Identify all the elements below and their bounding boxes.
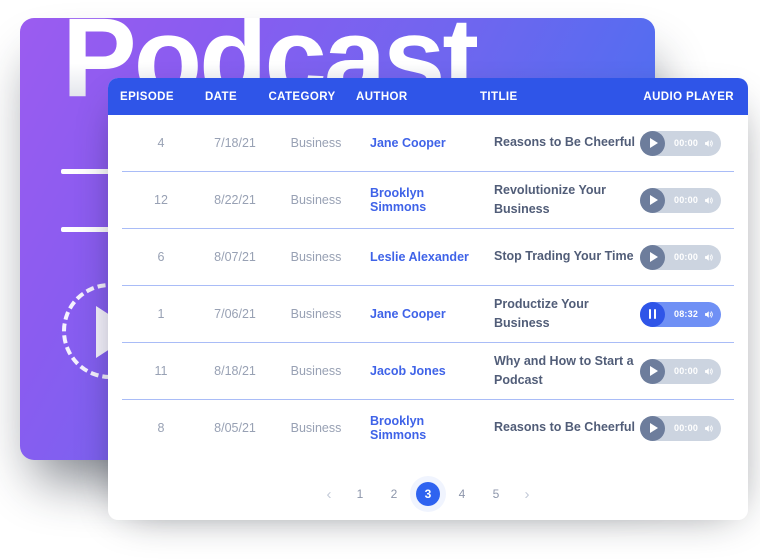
cell-title: Revolutionize Your Business (494, 182, 607, 216)
audio-play-pause-button[interactable] (640, 358, 665, 384)
cell-title: Reasons to Be Cheerful (494, 420, 636, 435)
cell-author-link[interactable]: Brooklyn Simmons (362, 186, 480, 214)
cell-episode: 12 (154, 193, 168, 207)
cell-episode: 1 (157, 307, 165, 321)
cell-author-link[interactable]: Jane Cooper (362, 307, 480, 321)
speaker-icon[interactable] (703, 195, 714, 206)
audio-time-label: 00:00 (674, 366, 699, 376)
audio-play-pause-button[interactable] (640, 130, 665, 156)
column-header-title: TITLIE (480, 90, 518, 103)
cell-category: Business (290, 250, 342, 264)
table-row[interactable]: 6 8/07/21 Business Leslie Alexander Stop Tra… (122, 229, 734, 286)
cell-category: Business (290, 364, 342, 378)
cell-audio-player: 00:00 (640, 415, 735, 441)
pagination-page-4[interactable]: 4 (450, 482, 474, 506)
cell-audio-player: 08:32 (640, 301, 735, 327)
column-header-author: AUTHOR (356, 90, 408, 103)
cell-author-link[interactable]: Leslie Alexander (362, 250, 480, 264)
speaker-icon[interactable] (703, 423, 714, 434)
cell-date: 8/22/21 (214, 193, 256, 207)
pagination-page-1[interactable]: 1 (348, 482, 372, 506)
cell-title: Why and How to Start a Podcast (494, 353, 634, 387)
speaker-icon[interactable] (703, 309, 714, 320)
audio-time-label: 00:00 (674, 195, 699, 205)
pagination-page-3[interactable]: 3 (416, 482, 440, 506)
play-icon[interactable] (650, 138, 658, 148)
speaker-icon[interactable] (703, 366, 714, 377)
play-icon[interactable] (650, 366, 658, 376)
table-row[interactable]: 1 7/06/21 Business Jane Cooper Productize Yo… (122, 286, 734, 343)
table-row[interactable]: 8 8/05/21 Business Brooklyn Simmons Reasons … (122, 400, 734, 456)
audio-player-control[interactable]: 08:32 (640, 301, 722, 327)
cell-title: Productize Your Business (494, 296, 589, 330)
table-body: 4 7/18/21 Business Jane Cooper Reasons to Be… (108, 115, 748, 456)
cell-audio-player: 00:00 (640, 130, 735, 156)
cell-date: 7/06/21 (214, 307, 256, 321)
audio-player-control[interactable]: 00:00 (640, 358, 722, 384)
cell-audio-player: 00:00 (640, 187, 735, 213)
table-row[interactable]: 11 8/18/21 Business Jacob Jones Why and How … (122, 343, 734, 400)
screenshot-stage: Podcast EPISODE DATE CATEGORY AUTHOR TIT… (0, 0, 760, 560)
column-header-audio-player: AUDIO PLAYER (643, 90, 734, 103)
pause-icon[interactable] (648, 309, 657, 319)
cell-author-link[interactable]: Jacob Jones (362, 364, 480, 378)
cell-category: Business (290, 307, 342, 321)
audio-player-control[interactable]: 00:00 (640, 244, 722, 270)
column-header-category: CATEGORY (268, 90, 336, 103)
cell-category: Business (290, 421, 342, 435)
cell-date: 8/05/21 (214, 421, 256, 435)
cell-author-link[interactable]: Jane Cooper (362, 136, 480, 150)
play-icon[interactable] (650, 252, 658, 262)
audio-time-label: 00:00 (674, 423, 699, 433)
audio-play-pause-button[interactable] (640, 244, 665, 270)
pagination-prev-arrow-icon[interactable]: ‹ (320, 483, 338, 505)
pagination-next-arrow-icon[interactable]: › (518, 483, 536, 505)
cell-episode: 4 (157, 136, 165, 150)
cell-category: Business (290, 193, 342, 207)
column-header-episode: EPISODE (120, 90, 174, 103)
table-row[interactable]: 4 7/18/21 Business Jane Cooper Reasons to Be… (122, 115, 734, 172)
cell-audio-player: 00:00 (640, 358, 735, 384)
cell-date: 8/07/21 (214, 250, 256, 264)
table-header-row: EPISODE DATE CATEGORY AUTHOR TITLIE AUDI… (108, 78, 748, 115)
cell-category: Business (290, 136, 342, 150)
audio-player-control[interactable]: 00:00 (640, 130, 722, 156)
speaker-icon[interactable] (703, 138, 714, 149)
audio-play-pause-button[interactable] (640, 301, 665, 327)
speaker-icon[interactable] (703, 252, 714, 263)
cell-date: 8/18/21 (214, 364, 256, 378)
episodes-table-card: EPISODE DATE CATEGORY AUTHOR TITLIE AUDI… (108, 78, 748, 520)
audio-player-control[interactable]: 00:00 (640, 415, 722, 441)
play-icon[interactable] (650, 423, 658, 433)
cell-date: 7/18/21 (214, 136, 256, 150)
audio-play-pause-button[interactable] (640, 187, 665, 213)
pagination-page-2[interactable]: 2 (382, 482, 406, 506)
cell-title: Stop Trading Your Time (494, 249, 634, 264)
audio-player-control[interactable]: 00:00 (640, 187, 722, 213)
cell-episode: 11 (154, 364, 168, 378)
table-row[interactable]: 12 8/22/21 Business Brooklyn Simmons Revolut… (122, 172, 734, 229)
play-icon[interactable] (650, 195, 658, 205)
cell-episode: 8 (157, 421, 165, 435)
cell-title: Reasons to Be Cheerful (494, 135, 636, 150)
audio-time-label: 00:00 (674, 252, 699, 262)
pagination: ‹ 1 2 3 4 5 › (108, 482, 748, 506)
column-header-date: DATE (204, 90, 238, 103)
cell-audio-player: 00:00 (640, 244, 735, 270)
cell-author-link[interactable]: Brooklyn Simmons (362, 414, 480, 442)
audio-time-label: 00:00 (674, 138, 699, 148)
pagination-page-5[interactable]: 5 (484, 482, 508, 506)
audio-time-label: 08:32 (674, 309, 699, 319)
cell-episode: 6 (157, 250, 165, 264)
audio-play-pause-button[interactable] (640, 415, 665, 441)
